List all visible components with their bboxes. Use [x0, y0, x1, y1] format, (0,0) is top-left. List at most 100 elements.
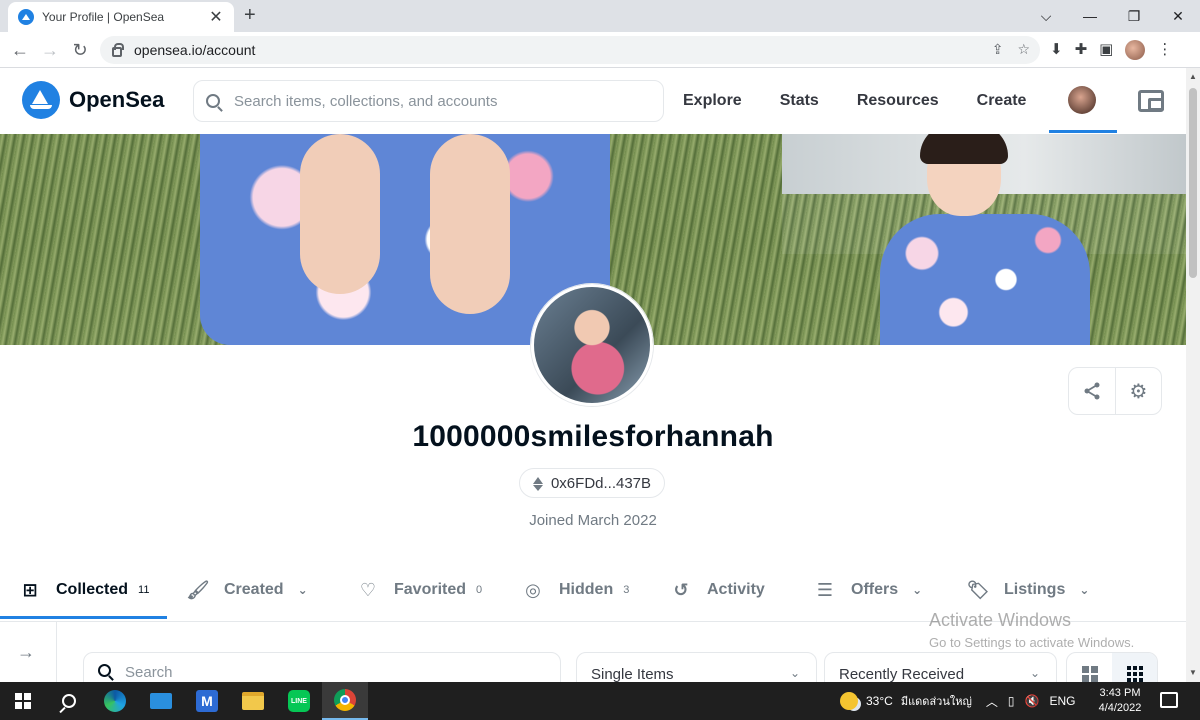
- url-text: opensea.io/account: [134, 42, 256, 58]
- scroll-up-arrow-icon[interactable]: ▲: [1189, 72, 1197, 81]
- url-bar[interactable]: opensea.io/account ⇪ ☆: [100, 36, 1040, 64]
- taskbar-m-app[interactable]: M: [184, 682, 230, 720]
- brush-icon: 🖌: [186, 579, 210, 600]
- taskbar-mail[interactable]: [138, 682, 184, 720]
- search-placeholder: Search items, collections, and accounts: [234, 92, 498, 110]
- list-icon: ☰: [816, 579, 834, 600]
- logo-text: OpenSea: [69, 87, 165, 112]
- account-active-indicator: [1049, 130, 1117, 133]
- lock-icon[interactable]: [112, 43, 124, 57]
- tab-created[interactable]: 🖌 Created ⌄: [186, 570, 308, 610]
- new-tab-button[interactable]: +: [244, 4, 256, 27]
- download-icon[interactable]: ⬇: [1050, 40, 1063, 60]
- nav-create[interactable]: Create: [977, 92, 1027, 110]
- eye-off-icon: ◎: [525, 579, 541, 600]
- global-search-input[interactable]: Search items, collections, and accounts: [193, 80, 664, 122]
- wallet-address-button[interactable]: 0x6FDd...437B: [519, 468, 665, 498]
- heart-icon: ♡: [359, 579, 377, 600]
- weather-temp[interactable]: 33°C: [866, 694, 893, 708]
- system-tray: 33°C มีแดดส่วนใหญ่ ︿ ▯ 🔇 ENG: [840, 682, 1085, 720]
- scroll-down-arrow-icon[interactable]: ▼: [1189, 668, 1197, 677]
- nav-resources[interactable]: Resources: [857, 92, 939, 110]
- back-arrow-icon[interactable]: ←: [10, 40, 30, 61]
- tab-favorited[interactable]: ♡ Favorited 0: [358, 570, 482, 610]
- filter-sidebar-toggle[interactable]: →: [0, 622, 57, 682]
- watermark-subtitle: Go to Settings to activate Windows.: [929, 635, 1135, 650]
- battery-icon[interactable]: ▯: [1008, 694, 1015, 708]
- input-language[interactable]: ENG: [1049, 694, 1075, 708]
- search-icon: [62, 694, 76, 708]
- tab-hidden[interactable]: ◎ Hidden 3: [523, 570, 629, 610]
- active-tab-indicator: [0, 616, 167, 619]
- tab-collected[interactable]: ⊞ Collected 11: [20, 570, 149, 610]
- tab-count: 3: [623, 584, 630, 596]
- minimize-button[interactable]: —: [1068, 0, 1112, 32]
- tab-search-button[interactable]: ⌵: [1024, 0, 1068, 32]
- browser-menu-icon[interactable]: ⋮: [1157, 40, 1172, 60]
- chevron-down-icon: ⌄: [297, 583, 308, 597]
- opensea-favicon-icon: [18, 9, 34, 25]
- taskbar-line[interactable]: LINE: [276, 682, 322, 720]
- sort-value: Recently Received: [839, 666, 965, 683]
- window-controls: ⌵ — ❐ ✕: [1024, 0, 1200, 32]
- taskbar-chrome[interactable]: [322, 682, 368, 720]
- tab-count: 0: [476, 584, 483, 596]
- side-panel-icon[interactable]: ▣: [1099, 40, 1113, 60]
- tag-icon: 🏷: [966, 579, 990, 600]
- arrow-right-icon: →: [17, 642, 35, 662]
- joined-date: Joined March 2022: [529, 512, 657, 529]
- reload-icon[interactable]: ↻: [70, 40, 90, 61]
- chevron-down-icon: ⌄: [1029, 666, 1040, 680]
- history-icon: ↺: [673, 579, 689, 600]
- taskbar-file-explorer[interactable]: [230, 682, 276, 720]
- clock-time: 3:43 PM: [1099, 687, 1141, 699]
- tab-close-icon[interactable]: ✕: [208, 7, 224, 27]
- weather-description[interactable]: มีแดดส่วนใหญ่: [901, 692, 972, 710]
- page-scrollbar[interactable]: ▲ ▼: [1186, 68, 1200, 682]
- share-page-icon[interactable]: ⇪: [992, 41, 1004, 58]
- speaker-muted-icon[interactable]: 🔇: [1024, 694, 1039, 708]
- opensea-logo[interactable]: OpenSea: [22, 81, 164, 119]
- wallet-icon[interactable]: [1138, 90, 1164, 112]
- profile-avatar[interactable]: [531, 284, 653, 406]
- account-avatar-button[interactable]: [1068, 86, 1096, 114]
- tab-label: Created: [224, 581, 284, 598]
- scroll-thumb[interactable]: [1189, 88, 1197, 278]
- maximize-button[interactable]: ❐: [1112, 0, 1156, 32]
- mail-icon: [150, 693, 172, 709]
- close-window-button[interactable]: ✕: [1156, 0, 1200, 32]
- items-search-placeholder: Search: [125, 664, 173, 681]
- chevron-down-icon: ⌄: [912, 583, 923, 597]
- tab-label: Activity: [707, 581, 765, 598]
- notification-center-icon[interactable]: [1160, 692, 1178, 708]
- nav-stats[interactable]: Stats: [780, 92, 819, 110]
- tab-count: 11: [138, 584, 150, 596]
- taskbar-search-button[interactable]: [46, 682, 92, 720]
- profile-username: 1000000smilesforhannah: [412, 420, 774, 453]
- forward-arrow-icon[interactable]: →: [40, 40, 60, 61]
- browser-profile-avatar[interactable]: [1125, 40, 1146, 60]
- weather-sun-icon[interactable]: [840, 692, 858, 710]
- chevron-down-icon: ⌄: [789, 666, 800, 680]
- opensea-logo-icon: [22, 81, 60, 119]
- gear-icon: ⚙: [1129, 380, 1148, 403]
- taskbar-clock[interactable]: 3:43 PM 4/4/2022: [1094, 686, 1146, 716]
- settings-button[interactable]: ⚙: [1114, 368, 1161, 414]
- extensions-puzzle-icon[interactable]: ✚: [1075, 40, 1088, 60]
- ethereum-icon: [532, 476, 543, 491]
- tab-listings[interactable]: 🏷 Listings ⌄: [966, 570, 1090, 610]
- tab-offers[interactable]: ☰ Offers ⌄: [815, 570, 922, 610]
- taskbar-edge[interactable]: [92, 682, 138, 720]
- address-bar: ← → ↻ opensea.io/account ⇪ ☆ ⬇ ✚ ▣ ⋮: [0, 32, 1200, 68]
- share-button[interactable]: [1069, 368, 1115, 414]
- main-nav: Explore Stats Resources Create: [683, 68, 1064, 134]
- start-button[interactable]: [0, 682, 46, 720]
- nav-explore[interactable]: Explore: [683, 92, 742, 110]
- browser-tab[interactable]: Your Profile | OpenSea ✕: [8, 2, 234, 32]
- tab-label: Collected: [56, 581, 129, 598]
- child-hair-decoration: [920, 134, 1008, 164]
- activation-watermark: Activate Windows Go to Settings to activ…: [929, 610, 1134, 650]
- bookmark-star-icon[interactable]: ☆: [1017, 41, 1030, 58]
- show-hidden-icons-chevron-icon[interactable]: ︿: [986, 693, 998, 710]
- tab-activity[interactable]: ↺ Activity: [671, 570, 765, 610]
